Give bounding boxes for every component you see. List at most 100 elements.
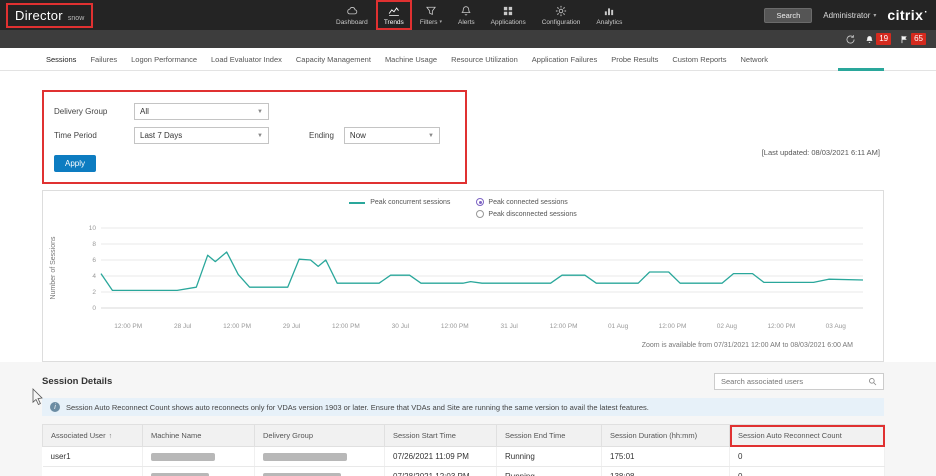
sessions-table: Associated User↑Machine Name Delivery Gro… <box>42 424 885 476</box>
info-banner: i Session Auto Reconnect Count shows aut… <box>42 398 884 416</box>
tab-probe-results[interactable]: Probe Results <box>611 55 658 64</box>
legend-radio-peak-disconnected-sessions[interactable]: Peak disconnected sessions <box>476 210 576 218</box>
svg-text:12:00 PM: 12:00 PM <box>114 323 142 330</box>
citrix-logo: citrix · <box>887 7 928 23</box>
critical-alerts[interactable]: 19 <box>865 33 891 45</box>
nav-label: Alerts <box>458 19 475 26</box>
nav-label: Filters <box>420 19 438 26</box>
tab-network[interactable]: Network <box>741 55 769 64</box>
cell-session-auto-reconnect-count: 0 <box>730 447 885 467</box>
col-header-label: Delivery Group <box>263 431 313 440</box>
chart-legend: Peak concurrent sessions Peak connected s… <box>43 191 883 218</box>
topbar-right: Search Administrator ▾ citrix · <box>764 0 928 30</box>
svg-text:02 Aug: 02 Aug <box>717 323 738 330</box>
cell-session-start-time: 07/28/2021 12:03 PM <box>385 467 497 476</box>
tab-application-failures[interactable]: Application Failures <box>532 55 597 64</box>
nav-trends[interactable]: Trends <box>376 0 412 30</box>
svg-text:28 Jul: 28 Jul <box>174 323 192 330</box>
nav-configuration[interactable]: Configuration <box>534 0 589 30</box>
col-header-label: Session End Time <box>505 431 565 440</box>
warning-alerts[interactable]: 65 <box>900 33 926 45</box>
table-row[interactable]: user107/26/2021 11:09 PMRunning175:010 <box>43 447 885 467</box>
filters-icon <box>425 5 437 17</box>
tab-machine-usage[interactable]: Machine Usage <box>385 55 437 64</box>
svg-text:29 Jul: 29 Jul <box>283 323 301 330</box>
radio-selected-icon[interactable] <box>476 198 484 206</box>
svg-text:12:00 PM: 12:00 PM <box>332 323 360 330</box>
user-menu[interactable]: Administrator ▾ <box>823 11 876 20</box>
citrix-director-app: Director snow DashboardTrendsFilters▾Ale… <box>0 0 936 476</box>
apply-button[interactable]: Apply <box>54 155 96 172</box>
search-input[interactable] <box>721 377 868 386</box>
time-period-label: Time Period <box>54 131 134 140</box>
cell-session-duration-hh-mm: 138:08 <box>602 467 730 476</box>
cell-machine-name <box>143 467 255 476</box>
tab-capacity-management[interactable]: Capacity Management <box>296 55 371 64</box>
nav-applications[interactable]: Applications <box>483 0 534 30</box>
nav-label: Analytics <box>596 19 622 26</box>
ending-value: Now <box>350 131 366 140</box>
radio-unselected-icon[interactable] <box>476 210 484 218</box>
cell-session-start-time: 07/26/2021 11:09 PM <box>385 447 497 467</box>
col-header-associated-user[interactable]: Associated User↑ <box>43 425 143 447</box>
info-banner-text: Session Auto Reconnect Count shows auto … <box>66 403 649 412</box>
nav-dashboard[interactable]: Dashboard <box>328 0 376 30</box>
trends-tabs: Sessions Failures Logon Performance Load Ev… <box>0 48 936 71</box>
sessions-table-body: user107/26/2021 11:09 PMRunning175:01007… <box>43 447 885 476</box>
citrix-logo-text: citrix <box>887 7 923 23</box>
search-button[interactable]: Search <box>764 8 812 23</box>
ending-label: Ending <box>309 131 334 140</box>
cell-associated-user <box>43 467 143 476</box>
sessions-line-chart: 024681012:00 PM28 Jul12:00 PM29 Jul12:00… <box>43 220 885 340</box>
redacted-value <box>263 473 341 476</box>
svg-text:12:00 PM: 12:00 PM <box>441 323 469 330</box>
delivery-group-value: All <box>140 107 149 116</box>
col-header-session-end-time[interactable]: Session End Time <box>497 425 602 447</box>
legend-radio-peak-connected-sessions[interactable]: Peak connected sessions <box>476 198 576 206</box>
associated-users-search[interactable] <box>714 373 884 390</box>
delivery-group-select[interactable]: All ▼ <box>134 103 269 120</box>
tab-sessions[interactable]: Sessions <box>46 55 76 64</box>
cell-machine-name <box>143 447 255 467</box>
legend-item-peak-concurrent-sessions: Peak concurrent sessions <box>349 199 450 206</box>
cell-delivery-group <box>255 447 385 467</box>
cell-delivery-group <box>255 467 385 476</box>
cell-session-end-time: Running <box>497 467 602 476</box>
col-header-session-duration-hh-mm[interactable]: Session Duration (hh:mm) <box>602 425 730 447</box>
col-header-label: Session Duration (hh:mm) <box>610 431 697 440</box>
time-period-select[interactable]: Last 7 Days ▼ <box>134 127 269 144</box>
secondary-bar: 19 65 <box>0 30 936 48</box>
critical-alerts-badge: 19 <box>876 33 891 45</box>
topbar-nav: DashboardTrendsFilters▾AlertsApplication… <box>328 0 630 30</box>
nav-alerts[interactable]: Alerts <box>450 0 483 30</box>
refresh-icon[interactable] <box>845 34 856 45</box>
search-icon[interactable] <box>868 377 877 386</box>
tab-custom-reports[interactable]: Custom Reports <box>672 55 726 64</box>
nav-analytics[interactable]: Analytics <box>588 0 630 30</box>
tab-resource-utilization[interactable]: Resource Utilization <box>451 55 518 64</box>
svg-text:8: 8 <box>92 241 96 248</box>
nav-filters[interactable]: Filters▾ <box>412 0 450 30</box>
ending-select[interactable]: Now ▼ <box>344 127 440 144</box>
tab-failures[interactable]: Failures <box>90 55 117 64</box>
table-row[interactable]: 07/28/2021 12:03 PMRunning138:080 <box>43 467 885 476</box>
chevron-down-icon: ▾ <box>440 19 443 25</box>
sessions-chart-card: Peak concurrent sessions Peak connected s… <box>42 190 884 362</box>
info-icon: i <box>50 402 60 412</box>
col-header-machine-name[interactable]: Machine Name <box>143 425 255 447</box>
redacted-value <box>151 453 215 461</box>
col-header-label: Session Start Time <box>393 431 456 440</box>
svg-text:2: 2 <box>92 289 96 296</box>
col-header-session-auto-reconnect-count[interactable]: Session Auto Reconnect Count <box>730 425 885 447</box>
director-logo[interactable]: Director snow <box>8 5 91 26</box>
topbar: Director snow DashboardTrendsFilters▾Ale… <box>0 0 936 30</box>
session-details-section: Session Details i Session Auto Reconnect… <box>0 362 936 476</box>
tab-load-evaluator-index[interactable]: Load Evaluator Index <box>211 55 282 64</box>
col-header-session-start-time[interactable]: Session Start Time <box>385 425 497 447</box>
applications-icon <box>502 5 514 17</box>
svg-text:01 Aug: 01 Aug <box>608 323 629 330</box>
sort-asc-icon[interactable]: ↑ <box>109 433 113 440</box>
delivery-group-label: Delivery Group <box>54 107 134 116</box>
tab-logon-performance[interactable]: Logon Performance <box>131 55 197 64</box>
col-header-delivery-group[interactable]: Delivery Group <box>255 425 385 447</box>
